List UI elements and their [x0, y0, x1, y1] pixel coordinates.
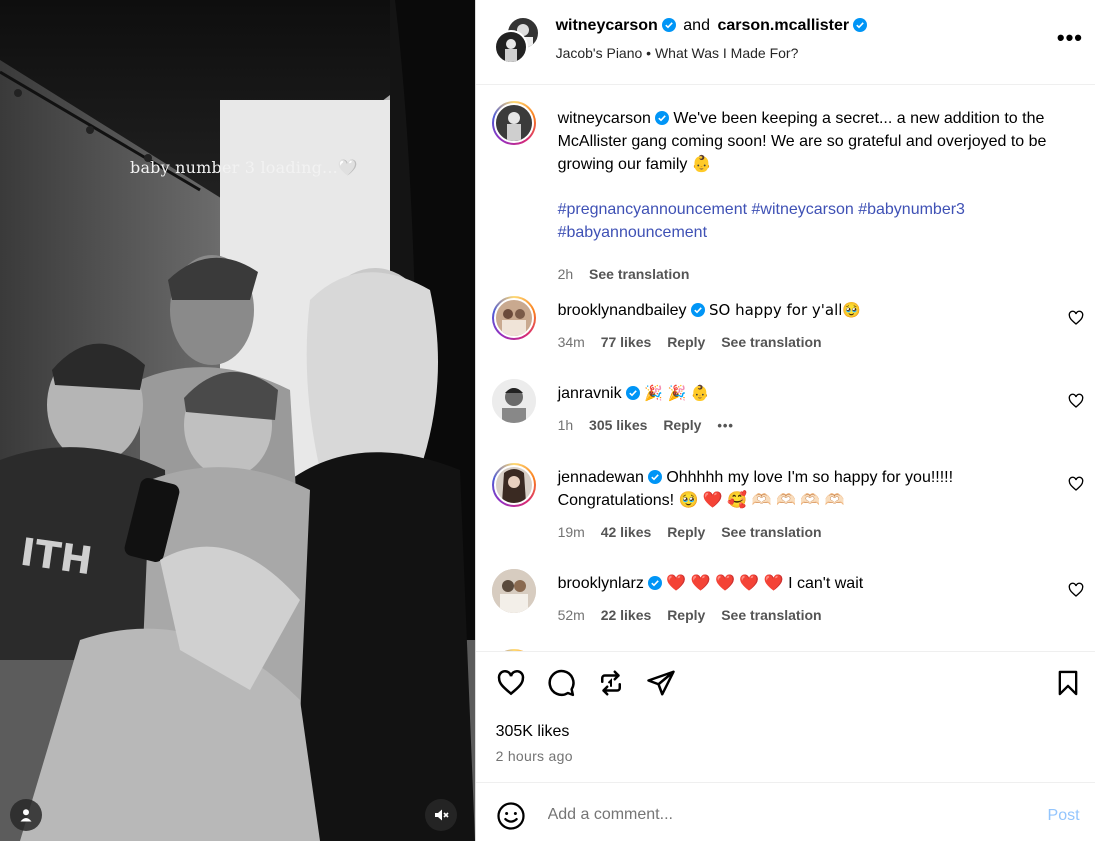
- post-timestamp: 2 hours ago: [495, 748, 573, 764]
- like-comment-heart-icon[interactable]: [1068, 310, 1084, 326]
- caption-username[interactable]: witneycarson: [558, 110, 651, 127]
- more-options-button[interactable]: •••: [1057, 27, 1083, 49]
- reply-button[interactable]: Reply: [667, 607, 705, 623]
- comment-time: 52m: [557, 607, 585, 623]
- post-side-panel: witneycarson and carson.mcallister Jacob…: [474, 0, 1095, 842]
- comment-meta: 1h 305 likes Reply •••: [558, 417, 746, 433]
- tagged-users-button[interactable]: [10, 799, 42, 831]
- comment-avatar[interactable]: [491, 296, 536, 340]
- verified-badge-icon: [690, 303, 705, 317]
- verified-badge-icon: [625, 386, 640, 400]
- comment-time: 19m: [557, 524, 585, 540]
- comment-bubble-icon[interactable]: [546, 668, 576, 698]
- comment-username[interactable]: janravnik: [558, 385, 622, 402]
- comment-more-options-button[interactable]: •••: [717, 418, 734, 433]
- comment-likes[interactable]: 42 likes: [601, 524, 652, 540]
- caption-avatar[interactable]: [491, 101, 536, 145]
- post-actions-bar: [476, 668, 1095, 704]
- author-username-1[interactable]: witneycarson: [556, 17, 658, 34]
- comment-body: jennadewan Ohhhhh my love I'm so happy f…: [558, 466, 1058, 512]
- caption-hashtags-line2[interactable]: #babyannouncement: [558, 221, 1058, 244]
- comment-body: brooklynlarz ❤️ ❤️ ❤️ ❤️ ❤️ I can't wait: [558, 572, 1058, 595]
- comment-avatar[interactable]: [491, 379, 536, 423]
- comment-text: SO happy for y'all🥹: [709, 301, 862, 319]
- verified-badge-icon: [654, 111, 669, 125]
- verified-badge-icon: [853, 18, 868, 32]
- avatar-witney: [493, 30, 528, 64]
- like-comment-heart-icon[interactable]: [1068, 476, 1084, 492]
- mute-toggle-button[interactable]: [425, 799, 457, 831]
- comment-username[interactable]: jennadewan: [558, 469, 644, 486]
- comment-likes[interactable]: 77 likes: [601, 334, 652, 350]
- like-comment-heart-icon[interactable]: [1068, 393, 1084, 409]
- reply-button[interactable]: Reply: [667, 334, 705, 350]
- comment-likes[interactable]: 305 likes: [589, 417, 647, 433]
- post-header: witneycarson and carson.mcallister Jacob…: [475, 0, 1095, 85]
- repost-icon[interactable]: [596, 668, 626, 698]
- verified-badge-icon: [661, 18, 676, 32]
- comment-likes[interactable]: 22 likes: [601, 607, 652, 623]
- comment-input[interactable]: [545, 805, 990, 825]
- caption-hashtags-line1[interactable]: #pregnancyannouncement #witneycarson #ba…: [558, 198, 1058, 221]
- audio-track-link[interactable]: Jacob's Piano • What Was I Made For?: [556, 45, 799, 61]
- video-frame: ITH: [0, 0, 475, 841]
- author-username-2[interactable]: carson.mcallister: [717, 17, 849, 34]
- verified-badge-icon: [647, 576, 662, 590]
- post-comment-button[interactable]: Post: [1048, 807, 1080, 825]
- see-translation-link[interactable]: See translation: [721, 524, 821, 540]
- like-heart-icon[interactable]: [496, 668, 526, 698]
- comment-text: ❤️ ❤️ ❤️ ❤️ ❤️ I can't wait: [666, 575, 864, 592]
- actions-divider: [475, 651, 1095, 652]
- comment-avatar[interactable]: [491, 463, 536, 507]
- comment-time: 1h: [557, 417, 574, 433]
- and-connector: and: [683, 17, 710, 34]
- muted-speaker-icon: [435, 809, 449, 821]
- video-overlay-text: baby number 3 loading...🤍: [130, 158, 359, 177]
- comment-meta: 19m 42 likes Reply See translation: [558, 524, 834, 540]
- see-translation-link[interactable]: See translation: [721, 607, 821, 623]
- see-translation-link[interactable]: See translation: [589, 266, 689, 282]
- video-player[interactable]: ITH baby number 3 loading...🤍: [0, 0, 475, 841]
- reply-button[interactable]: Reply: [663, 417, 701, 433]
- caption-body: witneycarson We've been keeping a secret…: [558, 107, 1058, 244]
- collab-avatars[interactable]: [493, 16, 540, 64]
- like-count[interactable]: 305K likes: [496, 723, 570, 741]
- caption-time: 2h: [557, 266, 574, 282]
- comments-list[interactable]: witneycarson We've been keeping a secret…: [476, 85, 1095, 651]
- caption-meta: 2h See translation: [558, 266, 702, 282]
- comment-meta: 52m 22 likes Reply See translation: [558, 607, 834, 623]
- reply-button[interactable]: Reply: [667, 524, 705, 540]
- comment-username[interactable]: brooklynlarz: [558, 575, 644, 592]
- verified-badge-icon: [647, 470, 662, 484]
- comment-body: janravnik 🎉 🎉 👶: [558, 382, 1058, 405]
- comment-body: brooklynandbailey SO happy for y'all🥹: [558, 299, 1058, 322]
- comment-meta: 34m 77 likes Reply See translation: [558, 334, 834, 350]
- emoji-smiley-icon[interactable]: [496, 801, 526, 831]
- comment-text: 🎉 🎉 👶: [644, 384, 710, 402]
- add-comment-bar: Post: [475, 782, 1095, 842]
- person-icon: [20, 809, 32, 822]
- comment-avatar[interactable]: [491, 569, 536, 613]
- post-modal: ITH baby number 3 loading...🤍 witneycars…: [0, 0, 1095, 841]
- see-translation-link[interactable]: See translation: [721, 334, 821, 350]
- save-bookmark-icon[interactable]: [1054, 668, 1082, 698]
- comment-time: 34m: [557, 334, 585, 350]
- comment-username[interactable]: brooklynandbailey: [558, 302, 687, 319]
- like-comment-heart-icon[interactable]: [1068, 582, 1084, 598]
- share-paper-plane-icon[interactable]: [646, 668, 676, 698]
- post-authors: witneycarson and carson.mcallister: [556, 17, 868, 35]
